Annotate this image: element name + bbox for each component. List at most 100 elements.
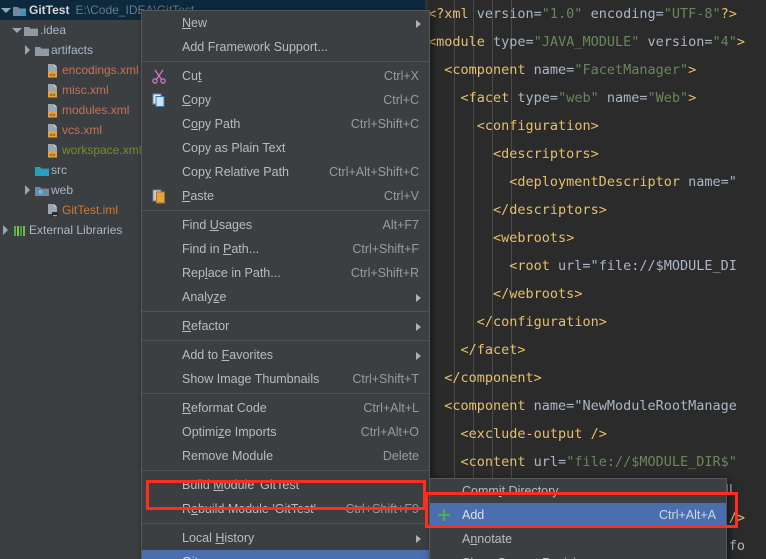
git-menu-item-commit-directory[interactable]: Commit Directory... bbox=[430, 479, 726, 503]
chevron-right-icon[interactable] bbox=[0, 220, 11, 240]
menu-separator bbox=[142, 61, 429, 62]
menu-item-label: Rebuild Module 'GitTest' bbox=[182, 502, 316, 516]
menu-item-show-image-thumbnails[interactable]: Show Image ThumbnailsCtrl+Shift+T bbox=[142, 367, 429, 391]
menu-item-find-in-path[interactable]: Find in Path...Ctrl+Shift+F bbox=[142, 237, 429, 261]
menu-separator bbox=[142, 311, 429, 312]
menu-item-label: Add bbox=[462, 508, 484, 522]
menu-item-label: Add Framework Support... bbox=[182, 40, 328, 54]
tree-indent bbox=[22, 120, 33, 140]
menu-item-shortcut: Delete bbox=[383, 444, 419, 468]
chevron-down-icon[interactable] bbox=[0, 0, 11, 20]
menu-item-copy[interactable]: CopyCtrl+C bbox=[142, 88, 429, 112]
menu-item-label: Remove Module bbox=[182, 449, 273, 463]
menu-item-copy-relative-path[interactable]: Copy Relative PathCtrl+Alt+Shift+C bbox=[142, 160, 429, 184]
chevron-right-icon[interactable] bbox=[22, 180, 33, 200]
editor-code-area[interactable]: <?xml version="1.0" encoding="UTF-8"?><m… bbox=[425, 0, 766, 559]
chevron-down-icon[interactable] bbox=[11, 20, 22, 40]
menu-item-add-framework-support[interactable]: Add Framework Support... bbox=[142, 35, 429, 59]
tree-no-arrow bbox=[33, 140, 44, 160]
menu-item-git[interactable]: Git bbox=[142, 550, 429, 559]
menu-item-local-history[interactable]: Local History bbox=[142, 526, 429, 550]
libraries-icon bbox=[11, 220, 29, 240]
tree-item-label: misc.xml bbox=[62, 83, 109, 97]
source-folder-icon bbox=[33, 160, 51, 180]
git-submenu[interactable]: Commit Directory... Add Ctrl+Alt+AAnnotate… bbox=[429, 478, 727, 559]
tree-indent bbox=[22, 80, 33, 100]
chevron-right-icon[interactable] bbox=[22, 40, 33, 60]
menu-item-reformat-code[interactable]: Reformat CodeCtrl+Alt+L bbox=[142, 396, 429, 420]
menu-item-label: Commit Directory... bbox=[462, 484, 568, 498]
menu-item-paste[interactable]: Paste Ctrl+V bbox=[142, 184, 429, 208]
tree-indent bbox=[0, 120, 11, 140]
tree-item-label: web bbox=[51, 183, 73, 197]
tree-no-arrow bbox=[33, 200, 44, 220]
add-plus-icon bbox=[436, 507, 452, 523]
svg-text:<>: <> bbox=[49, 92, 55, 98]
xml-file-icon: <> bbox=[44, 80, 62, 100]
context-menu[interactable]: NewAdd Framework Support...CutCtrl+XCopy… bbox=[141, 10, 430, 559]
tree-item-label: artifacts bbox=[51, 43, 93, 57]
menu-item-shortcut: Ctrl+Shift+R bbox=[351, 261, 419, 285]
git-menu-item-annotate[interactable]: Annotate bbox=[430, 527, 726, 551]
menu-item-find-usages[interactable]: Find UsagesAlt+F7 bbox=[142, 213, 429, 237]
menu-item-label: Add to Favorites bbox=[182, 348, 273, 362]
menu-item-refactor[interactable]: Refactor bbox=[142, 314, 429, 338]
menu-item-label: Copy Path bbox=[182, 117, 240, 131]
menu-item-optimize-imports[interactable]: Optimize ImportsCtrl+Alt+O bbox=[142, 420, 429, 444]
tree-indent bbox=[11, 60, 22, 80]
iml-file-icon bbox=[44, 200, 62, 220]
menu-item-shortcut: Ctrl+V bbox=[384, 184, 419, 208]
git-menu-item-show-current-revision[interactable]: Show Current Revision bbox=[430, 551, 726, 559]
tree-no-arrow bbox=[33, 80, 44, 100]
tree-item-label: GitTest bbox=[29, 3, 69, 17]
submenu-arrow-icon bbox=[416, 323, 421, 331]
tree-indent bbox=[0, 40, 11, 60]
menu-item-shortcut: Ctrl+Alt+A bbox=[659, 503, 716, 527]
tree-indent bbox=[0, 80, 11, 100]
module-icon bbox=[11, 0, 29, 20]
code-line: <module type="JAVA_MODULE" version="4"> bbox=[425, 28, 766, 56]
menu-item-cut[interactable]: CutCtrl+X bbox=[142, 64, 429, 88]
tree-indent bbox=[11, 140, 22, 160]
idea-window: <?xml version="1.0" encoding="UTF-8"?><m… bbox=[0, 0, 766, 559]
menu-item-shortcut: Ctrl+Alt+L bbox=[363, 396, 419, 420]
menu-separator bbox=[142, 340, 429, 341]
tree-indent bbox=[22, 100, 33, 120]
code-line: <content url="file://$MODULE_DIR$" bbox=[425, 448, 766, 476]
tree-indent bbox=[0, 180, 11, 200]
menu-item-new[interactable]: New bbox=[142, 11, 429, 35]
code-line: </configuration> bbox=[425, 308, 766, 336]
tree-indent bbox=[0, 200, 11, 220]
code-line: <exclude-output /> bbox=[425, 420, 766, 448]
folder-icon bbox=[33, 40, 51, 60]
menu-item-rebuild-module-gittest[interactable]: Rebuild Module 'GitTest'Ctrl+Shift+F9 bbox=[142, 497, 429, 521]
menu-item-analyze[interactable]: Analyze bbox=[142, 285, 429, 309]
tree-indent bbox=[11, 180, 22, 200]
code-line: <component name="FacetManager"> bbox=[425, 56, 766, 84]
tree-item-label: GitTest.iml bbox=[62, 203, 118, 217]
code-line: <webroots> bbox=[425, 224, 766, 252]
xml-file-icon: <> bbox=[44, 100, 62, 120]
editor-pane[interactable]: <?xml version="1.0" encoding="UTF-8"?><m… bbox=[425, 0, 766, 559]
submenu-arrow-icon bbox=[416, 294, 421, 302]
menu-item-shortcut: Ctrl+Shift+T bbox=[352, 367, 419, 391]
code-line: </descriptors> bbox=[425, 196, 766, 224]
menu-item-label: Analyze bbox=[182, 290, 226, 304]
menu-item-add-to-favorites[interactable]: Add to Favorites bbox=[142, 343, 429, 367]
menu-item-label: Paste bbox=[182, 189, 214, 203]
menu-item-shortcut: Ctrl+Shift+F bbox=[352, 237, 419, 261]
git-menu-item-add[interactable]: Add Ctrl+Alt+A bbox=[430, 503, 726, 527]
tree-item-label: src bbox=[51, 163, 67, 177]
xml-file-icon: <> bbox=[44, 60, 62, 80]
menu-item-replace-in-path[interactable]: Replace in Path...Ctrl+Shift+R bbox=[142, 261, 429, 285]
menu-item-label: Copy bbox=[182, 93, 211, 107]
menu-item-remove-module[interactable]: Remove Module Delete bbox=[142, 444, 429, 468]
menu-item-copy-path[interactable]: Copy PathCtrl+Shift+C bbox=[142, 112, 429, 136]
menu-item-copy-as-plain-text[interactable]: Copy as Plain Text bbox=[142, 136, 429, 160]
menu-item-label: Cut bbox=[182, 69, 201, 83]
menu-item-build-module-gittest[interactable]: Build Module 'GitTest' bbox=[142, 473, 429, 497]
code-line: <?xml version="1.0" encoding="UTF-8"?> bbox=[425, 0, 766, 28]
xml-file-icon: <> bbox=[44, 140, 62, 160]
svg-text:<>: <> bbox=[49, 132, 55, 138]
tree-indent bbox=[0, 60, 11, 80]
